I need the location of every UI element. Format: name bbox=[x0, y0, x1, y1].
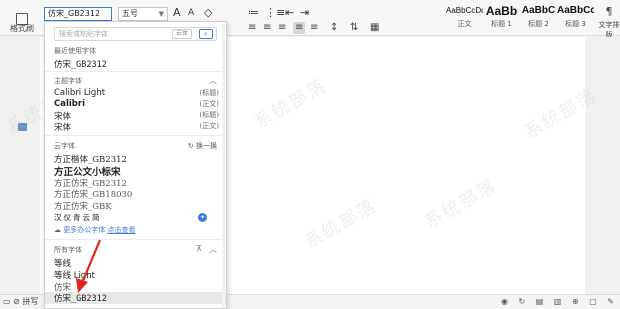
font-item-cloud[interactable]: 方正仿宋_GB18030 bbox=[54, 188, 219, 200]
align-left-button[interactable]: ≡ bbox=[248, 22, 256, 34]
vip-badge-icon: ✦ bbox=[198, 213, 207, 222]
font-dropdown: 搜索或粘贴字体 云体 ⌕ 最近使用字体 仿宋_GB2312 主题字体 ︿ Cal… bbox=[44, 21, 227, 309]
sort-icon[interactable]: ⇅ bbox=[350, 22, 358, 34]
font-item-tag: (标题) bbox=[199, 111, 219, 119]
font-item-cloud[interactable]: 汉仪青云简 bbox=[54, 212, 219, 223]
font-item-theme[interactable]: 宋体 (正文) bbox=[54, 121, 219, 133]
style-normal[interactable]: AaBbCcDd 正文 bbox=[446, 3, 483, 33]
text-layout-button[interactable]: ¶ 文字排版 bbox=[598, 3, 620, 39]
font-item-recent[interactable]: 仿宋_GB2312 bbox=[54, 58, 219, 70]
more-fonts-text: 更多办公字体 bbox=[63, 226, 106, 234]
distribute-button[interactable]: ≡ bbox=[310, 22, 318, 34]
pin-icon[interactable]: ⊼ bbox=[196, 244, 202, 253]
refresh-button[interactable]: ↻ 换一换 bbox=[188, 141, 217, 151]
font-item-all[interactable]: 等线 bbox=[54, 257, 219, 269]
font-item-name: 宋体 bbox=[54, 123, 72, 133]
paragraph-marker-icon[interactable] bbox=[18, 123, 27, 131]
cloud-fonts-title: 云字体 bbox=[54, 142, 75, 150]
style-gallery: AaBbCcDd 正文 AaBb 标题 1 AaBbC 标题 2 AaBbCc … bbox=[446, 3, 594, 33]
line-spacing-icon[interactable]: ↕ bbox=[330, 22, 338, 34]
format-painter-button[interactable]: 格式刷 bbox=[0, 0, 44, 36]
style-heading-1[interactable]: AaBb 标题 1 bbox=[483, 3, 520, 33]
font-item-all-selected[interactable]: 仿宋_GB2312 bbox=[45, 292, 226, 304]
style-sample: AaBbCc bbox=[557, 5, 594, 16]
borders-icon[interactable]: ▦ bbox=[370, 22, 379, 34]
font-item-tag: (标题) bbox=[199, 89, 219, 97]
style-name: 标题 3 bbox=[565, 20, 586, 28]
align-justify-button[interactable]: ≡ bbox=[293, 22, 306, 34]
font-name-input[interactable]: 仿宋_GB2312 bbox=[44, 7, 112, 21]
font-size-select[interactable]: 五号 ▼ bbox=[118, 7, 168, 21]
font-search-input[interactable]: 搜索或粘贴字体 云体 ⌕ bbox=[54, 27, 217, 41]
web-layout-icon[interactable]: ⊕ bbox=[572, 297, 579, 306]
font-item-tag: (正文) bbox=[199, 100, 219, 108]
record-icon[interactable]: ⊘ bbox=[13, 297, 20, 306]
all-fonts-title: 所有字体 bbox=[54, 246, 82, 254]
format-painter-label: 格式刷 bbox=[10, 24, 34, 33]
more-office-fonts[interactable]: ☁ 更多办公字体 点击查看 bbox=[54, 225, 135, 235]
theme-fonts-title: 主题字体 bbox=[54, 77, 82, 85]
font-item-all[interactable]: 等线 Light bbox=[54, 269, 219, 281]
style-name: 正文 bbox=[457, 20, 472, 28]
font-search-placeholder: 搜索或粘贴字体 bbox=[59, 30, 108, 38]
increase-indent-button[interactable]: ⇥ bbox=[300, 6, 309, 20]
font-item-name: Calibri Light bbox=[54, 88, 106, 98]
style-name: 标题 2 bbox=[528, 20, 549, 28]
font-item-name: Calibri bbox=[54, 99, 85, 109]
align-right-button[interactable]: ≡ bbox=[278, 22, 286, 34]
status-left: ▭ ⊘ 拼写 bbox=[3, 295, 38, 309]
decrease-font-size-button[interactable]: A bbox=[188, 6, 194, 20]
zoom-icon[interactable]: ✎ bbox=[607, 297, 614, 306]
refresh-icon: ↻ bbox=[187, 142, 194, 150]
divider bbox=[45, 71, 226, 72]
increase-font-size-button[interactable]: A bbox=[173, 6, 181, 20]
font-item-theme[interactable]: Calibri Light (标题) bbox=[54, 88, 219, 98]
spelling-label[interactable]: 拼写 bbox=[22, 297, 38, 306]
decrease-indent-button[interactable]: ⇤ bbox=[285, 6, 294, 20]
search-icon[interactable]: ⌕ bbox=[199, 29, 213, 39]
collapse-icon[interactable]: ︿ bbox=[209, 244, 217, 255]
clear-format-icon[interactable]: ◇ bbox=[204, 6, 212, 20]
font-size-value: 五号 bbox=[122, 9, 138, 18]
refresh-label: 换一换 bbox=[196, 142, 217, 150]
style-heading-3[interactable]: AaBbCc 标题 3 bbox=[557, 3, 594, 33]
more-fonts-link[interactable]: 点击查看 bbox=[107, 226, 135, 234]
bullet-list-button[interactable]: ≔ bbox=[248, 6, 259, 20]
chevron-down-icon: ▼ bbox=[158, 10, 164, 18]
style-sample: AaBbC bbox=[521, 5, 556, 16]
align-center-button[interactable]: ≡ bbox=[263, 22, 271, 34]
numbered-list-button[interactable]: ⋮≡ bbox=[265, 6, 285, 20]
divider bbox=[45, 239, 226, 240]
font-item-tag: (正文) bbox=[199, 122, 219, 130]
font-item-cloud[interactable]: 方正仿宋_GBK bbox=[54, 200, 219, 212]
outline-view-icon[interactable]: ▥ bbox=[554, 297, 562, 306]
recent-fonts-title: 最近使用字体 bbox=[54, 47, 96, 55]
style-heading-2[interactable]: AaBbC 标题 2 bbox=[520, 3, 557, 33]
font-item-theme[interactable]: Calibri (正文) bbox=[54, 99, 219, 109]
text-layout-icon: ¶ bbox=[605, 5, 613, 18]
divider bbox=[45, 135, 226, 136]
collapse-icon[interactable]: ︿ bbox=[209, 75, 217, 86]
status-right: ◉ ↻ ▤ ▥ ⊕ ▢ ✎ bbox=[493, 295, 614, 309]
page-icon[interactable]: ▭ bbox=[3, 297, 11, 306]
print-layout-icon[interactable]: ▤ bbox=[536, 297, 544, 306]
style-sample: AaBb bbox=[485, 4, 518, 18]
font-item-cloud[interactable]: 方正公文小标宋 bbox=[54, 164, 219, 178]
read-mode-icon[interactable]: ▢ bbox=[589, 297, 597, 306]
style-name: 标题 1 bbox=[491, 20, 512, 28]
style-sample: AaBbCcDd bbox=[446, 6, 483, 15]
cloud-font-tag[interactable]: 云体 bbox=[171, 29, 192, 39]
sync-icon[interactable]: ↻ bbox=[518, 297, 525, 306]
dropdown-scrollbar[interactable] bbox=[222, 24, 225, 308]
eye-icon[interactable]: ◉ bbox=[501, 297, 508, 306]
cloud-icon: ☁ bbox=[54, 226, 61, 234]
